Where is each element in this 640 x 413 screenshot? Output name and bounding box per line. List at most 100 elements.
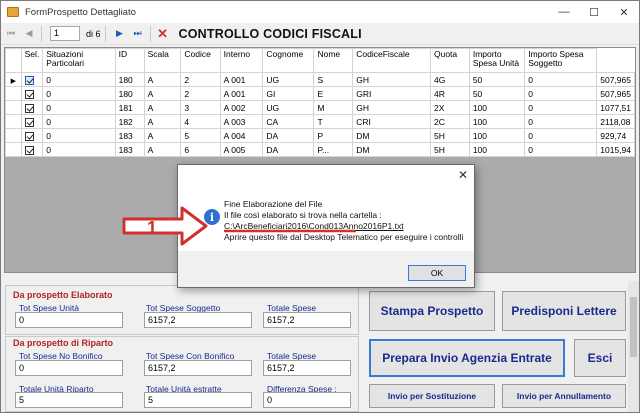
esci-button[interactable]: Esci [574,339,626,377]
table-cell[interactable]: 507,965 [596,72,635,87]
sel-cell[interactable] [20,142,44,157]
table-cell[interactable]: CRI [352,114,431,129]
table-cell[interactable]: 0 [42,114,116,129]
table-cell[interactable]: A 001 [219,72,264,87]
table-cell[interactable]: 3 [180,100,221,115]
table-row[interactable]: 0 181 A 3 A 002 UG M GH 2X 100 0 1077,51 [5,100,635,115]
sel-cell[interactable] [20,128,44,143]
table-cell[interactable]: 100 [468,114,526,129]
table-cell[interactable]: GH [352,72,431,87]
table-cell[interactable]: 2118,08 [596,114,635,129]
table-cell[interactable]: P [313,128,354,143]
maximize-button[interactable]: ☐ [579,1,609,23]
table-cell[interactable]: 100 [468,142,526,157]
table-cell[interactable]: DA [262,128,315,143]
table-cell[interactable]: 0 [524,128,598,143]
table-cell[interactable]: 180 [114,72,145,87]
invio-annullamento-button[interactable]: Invio per Annullamento [502,384,626,408]
checkbox-checked-icon[interactable] [24,131,34,141]
column-header[interactable]: Nome [313,48,354,73]
table-row[interactable]: 0 182 A 4 A 003 CA T CRI 2C 100 0 2118,08 [5,114,635,129]
table-cell[interactable]: GRI [352,86,431,101]
table-cell[interactable]: GH [352,100,431,115]
table-cell[interactable]: T [313,114,354,129]
table-cell[interactable]: M [313,100,354,115]
table-cell[interactable]: 0 [524,142,598,157]
column-header[interactable]: Situazioni Particolari [42,48,116,73]
table-cell[interactable]: 1077,51 [596,100,635,115]
table-cell[interactable]: 182 [114,114,145,129]
table-cell[interactable]: 5H [429,142,470,157]
table-cell[interactable]: A [143,72,182,87]
table-cell[interactable]: 50 [468,72,526,87]
checkbox-checked-icon[interactable] [24,117,34,127]
table-cell[interactable]: 2X [429,100,470,115]
no-bonifico-field[interactable]: 0 [15,360,123,376]
table-cell[interactable]: 0 [42,72,116,87]
move-last-icon[interactable]: ⏭ [130,26,146,42]
table-cell[interactable]: 5H [429,128,470,143]
row-header[interactable] [5,142,22,157]
table-cell[interactable]: 929,74 [596,128,635,143]
table-cell[interactable]: A 002 [219,100,264,115]
table-cell[interactable]: A [143,114,182,129]
sel-cell[interactable] [20,100,44,115]
checkbox-checked-icon[interactable] [24,75,34,85]
table-row[interactable]: 0 183 A 6 A 005 DA P... DM 5H 100 0 1015,94 [5,142,635,157]
table-cell[interactable]: A 004 [219,128,264,143]
unita-riparto-field[interactable]: 5 [15,392,123,408]
row-header[interactable] [5,128,22,143]
column-header[interactable]: Cognome [262,48,315,73]
table-cell[interactable]: 4G [429,72,470,87]
table-cell[interactable]: UG [262,72,315,87]
sel-cell[interactable] [20,86,44,101]
table-cell[interactable]: P... [313,142,354,157]
table-cell[interactable]: CA [262,114,315,129]
column-header[interactable]: ID [114,48,145,73]
table-cell[interactable]: 0 [524,72,598,87]
delete-icon[interactable]: ✕ [155,26,171,42]
table-cell[interactable]: 1015,94 [596,142,635,157]
table-cell[interactable]: DM [352,142,431,157]
totale-spese-field[interactable]: 6157,2 [263,312,351,328]
table-cell[interactable]: 50 [468,86,526,101]
table-cell[interactable]: A [143,86,182,101]
table-cell[interactable]: A [143,100,182,115]
ok-button[interactable]: OK [408,265,466,281]
table-cell[interactable]: 0 [42,142,116,157]
table-cell[interactable]: 2 [180,72,221,87]
table-cell[interactable]: A 005 [219,142,264,157]
move-next-icon[interactable]: ▶ [112,26,128,42]
checkbox-checked-icon[interactable] [24,89,34,99]
con-bonifico-field[interactable]: 6157,2 [144,360,252,376]
row-header[interactable] [5,100,22,115]
table-cell[interactable]: UG [262,100,315,115]
differenza-field[interactable]: 0 [263,392,351,408]
table-cell[interactable]: 100 [468,100,526,115]
table-row[interactable]: 0 183 A 5 A 004 DA P DM 5H 100 0 929,74 [5,128,635,143]
table-cell[interactable]: 4R [429,86,470,101]
tot-spese-unita-field[interactable]: 0 [15,312,123,328]
table-cell[interactable]: 507,965 [596,86,635,101]
predisponi-lettere-button[interactable]: Predisponi Lettere [502,291,626,331]
table-cell[interactable]: 0 [42,100,116,115]
table-cell[interactable]: A [143,128,182,143]
checkbox-checked-icon[interactable] [24,145,34,155]
sel-cell[interactable] [20,72,44,87]
table-cell[interactable]: 2 [180,86,221,101]
table-cell[interactable]: 180 [114,86,145,101]
table-cell[interactable]: 0 [42,86,116,101]
table-cell[interactable]: 6 [180,142,221,157]
position-input[interactable]: 1 [50,26,80,41]
table-cell[interactable]: A 003 [219,114,264,129]
table-cell[interactable]: 0 [524,86,598,101]
column-header[interactable]: Scala [143,48,182,73]
row-header[interactable] [5,114,22,129]
stampa-prospetto-button[interactable]: Stampa Prospetto [369,291,495,331]
table-cell[interactable]: 2C [429,114,470,129]
table-cell[interactable]: 0 [42,128,116,143]
table-cell[interactable]: 0 [524,114,598,129]
table-cell[interactable]: 4 [180,114,221,129]
table-cell[interactable]: 0 [524,100,598,115]
table-cell[interactable]: DM [352,128,431,143]
